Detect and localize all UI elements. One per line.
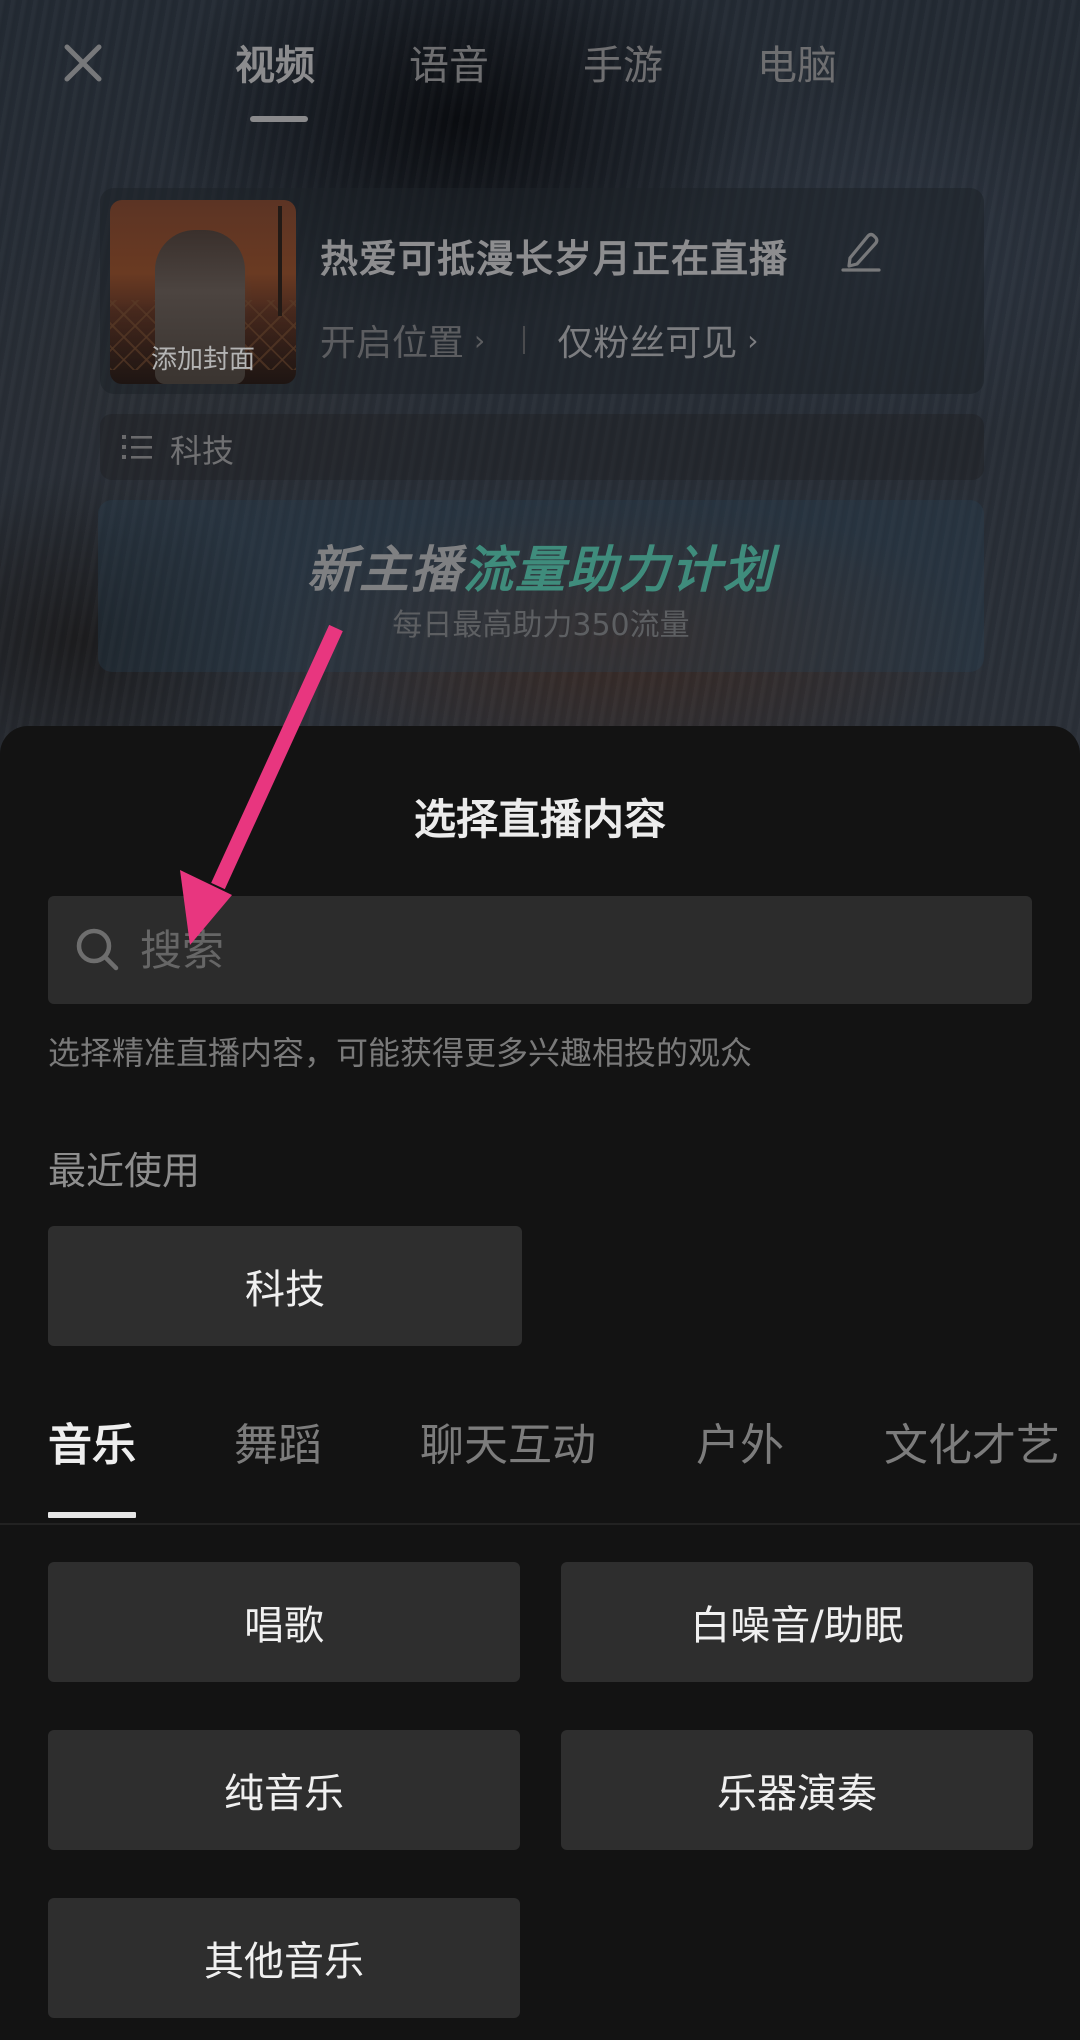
tabs-divider xyxy=(0,1523,1080,1525)
subcategory-chip[interactable]: 纯音乐 xyxy=(48,1730,520,1850)
category-label: 科技 xyxy=(170,432,235,470)
promo-title: 新主播流量助力计划 xyxy=(98,530,984,602)
chevron-right-icon: › xyxy=(474,323,486,357)
close-button[interactable] xyxy=(55,35,111,91)
subcategory-chip[interactable]: 乐器演奏 xyxy=(561,1730,1033,1850)
screen: 视频 语音 手游 电脑 添加封面 热爱可抵漫长岁月正在直播 开启位置 › 仅粉丝… xyxy=(0,0,1080,2040)
search-input[interactable] xyxy=(140,925,1000,975)
tab-mobile-game[interactable]: 手游 xyxy=(583,38,757,94)
tab-label: 电脑 xyxy=(757,43,837,89)
live-category-selector[interactable]: 科技 xyxy=(100,414,984,480)
promo-banner[interactable]: 新主播流量助力计划 每日最高助力350流量 xyxy=(98,500,984,672)
recent-chip[interactable]: 科技 xyxy=(48,1226,522,1346)
promo-title-part2: 流量助力计划 xyxy=(463,541,775,599)
location-toggle[interactable]: 开启位置 › xyxy=(320,314,485,366)
active-tab-indicator xyxy=(250,116,308,122)
tab-pc[interactable]: 电脑 xyxy=(757,38,931,94)
tab-video[interactable]: 视频 xyxy=(235,38,409,122)
add-cover-label: 添加封面 xyxy=(150,345,255,375)
category-tab-outdoor[interactable]: 户外 xyxy=(696,1416,784,1476)
active-category-indicator xyxy=(48,1512,136,1518)
category-tab-dance[interactable]: 舞蹈 xyxy=(234,1416,322,1476)
meta-divider xyxy=(523,326,526,354)
chevron-right-icon: › xyxy=(747,323,759,357)
sheet-title: 选择直播内容 xyxy=(413,795,666,844)
visibility-selector[interactable]: 仅粉丝可见 › xyxy=(557,314,758,366)
subcategory-chip[interactable]: 唱歌 xyxy=(48,1562,520,1682)
list-icon xyxy=(122,435,152,459)
tab-label: 手游 xyxy=(583,43,663,89)
pencil-icon[interactable] xyxy=(840,228,882,274)
category-tab-music[interactable]: 音乐 xyxy=(48,1416,136,1476)
cover-image-button[interactable]: 添加封面 xyxy=(110,200,296,384)
category-tab-culture[interactable]: 文化才艺 xyxy=(884,1416,1060,1476)
close-icon xyxy=(64,44,102,82)
cover-art-pole xyxy=(278,206,282,316)
search-box[interactable] xyxy=(48,896,1032,1004)
live-meta-row: 开启位置 › 仅粉丝可见 › xyxy=(320,314,758,366)
category-tabs: 音乐 舞蹈 聊天互动 户外 文化才艺 xyxy=(0,1416,1080,1512)
live-title[interactable]: 热爱可抵漫长岁月正在直播 xyxy=(320,228,788,283)
promo-title-part1: 新主播 xyxy=(307,541,463,599)
content-picker-sheet: 选择直播内容 选择精准直播内容，可能获得更多兴趣相投的观众 最近使用 科技 音乐… xyxy=(0,726,1080,2040)
tab-voice[interactable]: 语音 xyxy=(409,38,583,94)
visibility-label: 仅粉丝可见 xyxy=(557,323,738,364)
promo-subtitle: 每日最高助力350流量 xyxy=(392,608,690,643)
live-mode-tabs: 视频 语音 手游 电脑 xyxy=(235,38,931,122)
location-label: 开启位置 xyxy=(320,323,465,364)
tab-label: 语音 xyxy=(409,43,489,89)
subcategory-chip[interactable]: 其他音乐 xyxy=(48,1898,520,2018)
subcategory-chip[interactable]: 白噪音/助眠 xyxy=(561,1562,1033,1682)
tab-label: 视频 xyxy=(235,43,315,89)
category-tab-chat[interactable]: 聊天互动 xyxy=(420,1416,596,1476)
search-icon xyxy=(76,928,119,971)
recent-used-label: 最近使用 xyxy=(48,1149,201,1193)
hint-text: 选择精准直播内容，可能获得更多兴趣相投的观众 xyxy=(48,1034,753,1072)
